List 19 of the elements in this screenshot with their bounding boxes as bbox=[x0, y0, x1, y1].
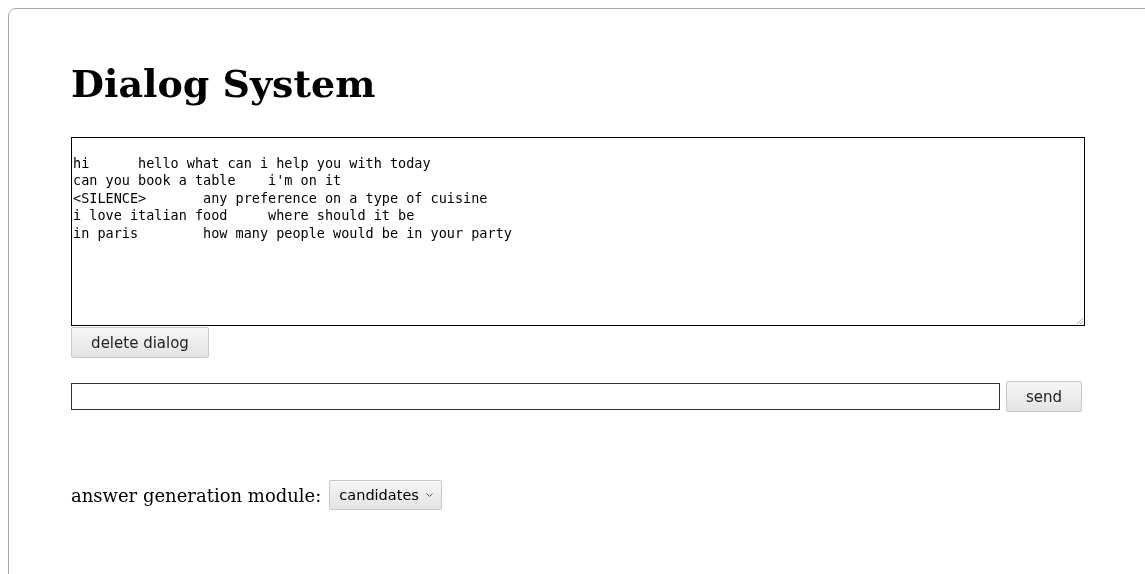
module-label: answer generation module: bbox=[71, 484, 322, 506]
system-reply: i'm on it bbox=[268, 172, 342, 189]
system-reply: hello what can i help you with today bbox=[138, 155, 431, 171]
user-utterance: <SILENCE> bbox=[73, 189, 148, 208]
user-utterance: can you book a table bbox=[73, 172, 237, 190]
message-input[interactable] bbox=[71, 383, 1000, 410]
system-reply: where should it be bbox=[268, 207, 415, 224]
delete-dialog-button[interactable]: delete dialog bbox=[71, 327, 209, 358]
page-title: Dialog System bbox=[71, 60, 377, 108]
system-reply: how many people would be in your party bbox=[203, 224, 512, 241]
module-select[interactable]: candidates bbox=[329, 480, 442, 510]
caret-icon bbox=[425, 493, 433, 497]
system-reply: any preference on a type of cuisine bbox=[203, 189, 488, 206]
resize-grip-icon[interactable] bbox=[1077, 318, 1083, 324]
dialog-log[interactable] bbox=[71, 137, 1085, 326]
user-utterance: in paris bbox=[73, 224, 140, 243]
user-utterance: hi bbox=[73, 155, 91, 173]
send-button[interactable]: send bbox=[1006, 381, 1082, 412]
user-utterance: i love italian food bbox=[73, 207, 229, 225]
